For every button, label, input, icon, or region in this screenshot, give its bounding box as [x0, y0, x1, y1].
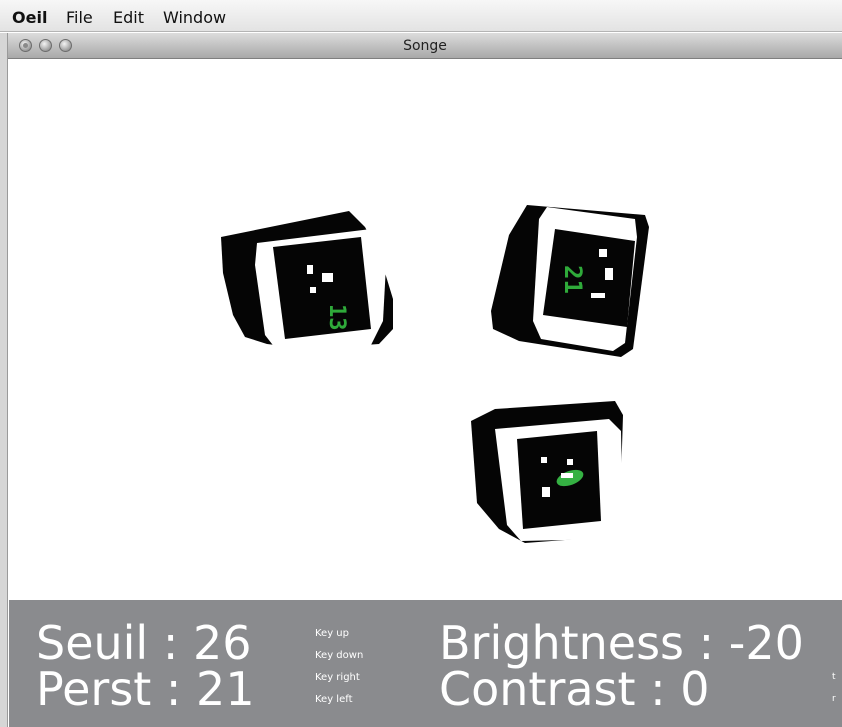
contrast-readout: Contrast : 0 — [439, 662, 710, 716]
window-title: Songe — [403, 38, 447, 54]
menu-file[interactable]: File — [66, 8, 93, 27]
marker-cube-right: 21 — [491, 205, 649, 357]
key-up-hint: Key up — [315, 628, 349, 639]
menu-window[interactable]: Window — [163, 8, 226, 27]
marker-scene: 13 21 — [221, 205, 649, 543]
marker-cube-bottom — [471, 401, 623, 543]
window-titlebar[interactable]: Songe — [8, 33, 842, 59]
app-menu-oeil[interactable]: Oeil — [12, 8, 47, 27]
perst-readout: Perst : 21 — [36, 662, 255, 716]
seuil-readout: Seuil : 26 — [36, 616, 252, 670]
menu-edit[interactable]: Edit — [113, 8, 144, 27]
camera-view: 13 21 — [9, 59, 842, 600]
brightness-readout: Brightness : -20 — [439, 616, 804, 670]
marker-id-left: 13 — [324, 304, 349, 331]
status-panel: Seuil : 26 Perst : 21 Key up Key down Ke… — [9, 600, 842, 727]
marker-cube-left: 13 — [221, 211, 393, 353]
key-down-hint: Key down — [315, 650, 364, 661]
key-left-hint: Key left — [315, 694, 353, 705]
window-left-edge — [0, 33, 8, 727]
key-right-hint: Key right — [315, 672, 360, 683]
clipped-hint-r: r — [832, 694, 836, 704]
marker-id-right: 21 — [559, 265, 587, 294]
clipped-hint-t: t — [832, 672, 836, 682]
menu-bar: Oeil File Edit Window — [0, 0, 842, 32]
